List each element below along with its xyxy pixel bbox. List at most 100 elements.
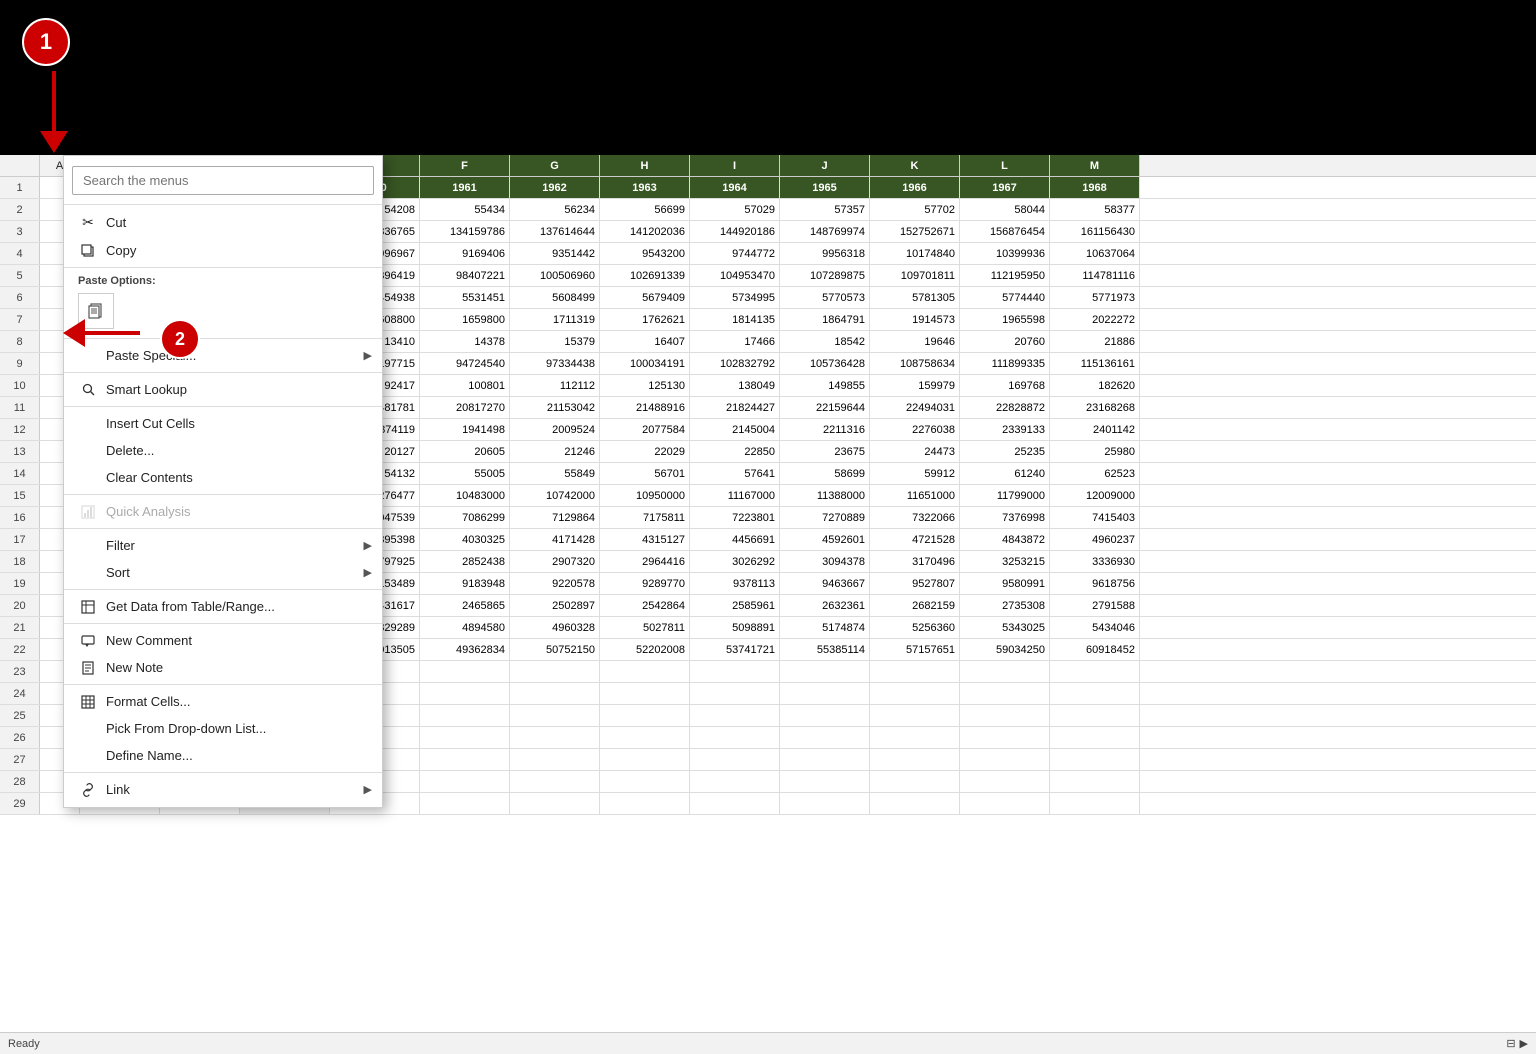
menu-item-sort[interactable]: Sort ▶ (64, 559, 382, 586)
cell-f[interactable]: 10483000 (420, 485, 510, 506)
cell-h[interactable]: 7175811 (600, 507, 690, 528)
cell-m[interactable] (1050, 727, 1140, 748)
cell-g[interactable]: 2907320 (510, 551, 600, 572)
cell-g[interactable]: 4960328 (510, 617, 600, 638)
cell-k[interactable] (870, 793, 960, 814)
menu-item-format-cells[interactable]: Format Cells... (64, 688, 382, 715)
cell-h[interactable]: 21488916 (600, 397, 690, 418)
cell-l[interactable]: 11799000 (960, 485, 1050, 506)
cell-i[interactable] (690, 793, 780, 814)
cell-k[interactable]: 4721528 (870, 529, 960, 550)
cell-g[interactable] (510, 683, 600, 704)
cell-g[interactable]: 137614644 (510, 221, 600, 242)
col-header-i[interactable]: I (690, 155, 780, 176)
cell-h[interactable]: 9543200 (600, 243, 690, 264)
cell-h[interactable] (600, 771, 690, 792)
cell-1-g[interactable]: 1962 (510, 177, 600, 198)
cell-m[interactable]: 3336930 (1050, 551, 1140, 572)
cell-m[interactable]: 25980 (1050, 441, 1140, 462)
cell-h[interactable]: 56699 (600, 199, 690, 220)
cell-i[interactable]: 53741721 (690, 639, 780, 660)
cell-j[interactable] (780, 661, 870, 682)
cell-j[interactable] (780, 705, 870, 726)
cell-m[interactable] (1050, 661, 1140, 682)
cell-1-h[interactable]: 1963 (600, 177, 690, 198)
cell-l[interactable] (960, 661, 1050, 682)
cell-m[interactable] (1050, 771, 1140, 792)
col-header-j[interactable]: J (780, 155, 870, 176)
cell-i[interactable]: 57641 (690, 463, 780, 484)
cell-h[interactable]: 5679409 (600, 287, 690, 308)
cell-j[interactable]: 7270889 (780, 507, 870, 528)
cell-m[interactable]: 21886 (1050, 331, 1140, 352)
cell-h[interactable]: 52202008 (600, 639, 690, 660)
cell-g[interactable] (510, 705, 600, 726)
cell-j[interactable]: 149855 (780, 375, 870, 396)
cell-h[interactable]: 56701 (600, 463, 690, 484)
cell-m[interactable]: 9618756 (1050, 573, 1140, 594)
cell-m[interactable]: 58377 (1050, 199, 1140, 220)
cell-i[interactable]: 1814135 (690, 309, 780, 330)
cell-i[interactable]: 2145004 (690, 419, 780, 440)
cell-j[interactable]: 107289875 (780, 265, 870, 286)
cell-l[interactable] (960, 749, 1050, 770)
cell-l[interactable]: 156876454 (960, 221, 1050, 242)
cell-k[interactable]: 11651000 (870, 485, 960, 506)
menu-item-clear-contents[interactable]: Clear Contents (64, 464, 382, 491)
cell-l[interactable]: 25235 (960, 441, 1050, 462)
cell-g[interactable]: 55849 (510, 463, 600, 484)
cell-l[interactable]: 10399936 (960, 243, 1050, 264)
col-header-f[interactable]: F (420, 155, 510, 176)
cell-h[interactable]: 22029 (600, 441, 690, 462)
cell-h[interactable]: 2542864 (600, 595, 690, 616)
cell-g[interactable]: 2009524 (510, 419, 600, 440)
cell-i[interactable]: 5734995 (690, 287, 780, 308)
cell-g[interactable] (510, 727, 600, 748)
cell-l[interactable]: 20760 (960, 331, 1050, 352)
menu-item-get-data[interactable]: Get Data from Table/Range... (64, 593, 382, 620)
cell-j[interactable] (780, 727, 870, 748)
cell-l[interactable]: 4843872 (960, 529, 1050, 550)
cell-h[interactable]: 141202036 (600, 221, 690, 242)
col-header-g[interactable]: G (510, 155, 600, 176)
cell-g[interactable]: 50752150 (510, 639, 600, 660)
cell-i[interactable] (690, 705, 780, 726)
cell-l[interactable]: 112195950 (960, 265, 1050, 286)
cell-l[interactable]: 9580991 (960, 573, 1050, 594)
cell-k[interactable]: 5781305 (870, 287, 960, 308)
cell-m[interactable]: 2791588 (1050, 595, 1140, 616)
cell-m[interactable]: 4960237 (1050, 529, 1140, 550)
cell-l[interactable] (960, 727, 1050, 748)
cell-m[interactable]: 2022272 (1050, 309, 1140, 330)
cell-j[interactable]: 3094378 (780, 551, 870, 572)
cell-m[interactable]: 161156430 (1050, 221, 1140, 242)
cell-i[interactable]: 102832792 (690, 353, 780, 374)
cell-j[interactable] (780, 771, 870, 792)
cell-f[interactable]: 4894580 (420, 617, 510, 638)
cell-1-i[interactable]: 1964 (690, 177, 780, 198)
cell-f[interactable]: 4030325 (420, 529, 510, 550)
cell-m[interactable]: 10637064 (1050, 243, 1140, 264)
cell-j[interactable]: 2632361 (780, 595, 870, 616)
cell-k[interactable] (870, 749, 960, 770)
cell-h[interactable] (600, 661, 690, 682)
cell-j[interactable] (780, 683, 870, 704)
col-header-k[interactable]: K (870, 155, 960, 176)
cell-j[interactable]: 9463667 (780, 573, 870, 594)
cell-k[interactable] (870, 661, 960, 682)
cell-l[interactable] (960, 771, 1050, 792)
cell-l[interactable]: 111899335 (960, 353, 1050, 374)
cell-i[interactable]: 138049 (690, 375, 780, 396)
cell-h[interactable]: 2964416 (600, 551, 690, 572)
cell-j[interactable] (780, 793, 870, 814)
cell-j[interactable]: 2211316 (780, 419, 870, 440)
cell-g[interactable]: 112112 (510, 375, 600, 396)
cell-i[interactable] (690, 771, 780, 792)
cell-i[interactable] (690, 683, 780, 704)
cell-g[interactable]: 4171428 (510, 529, 600, 550)
cell-f[interactable]: 20817270 (420, 397, 510, 418)
cell-j[interactable] (780, 749, 870, 770)
cell-l[interactable] (960, 705, 1050, 726)
cell-g[interactable]: 100506960 (510, 265, 600, 286)
cell-m[interactable]: 23168268 (1050, 397, 1140, 418)
